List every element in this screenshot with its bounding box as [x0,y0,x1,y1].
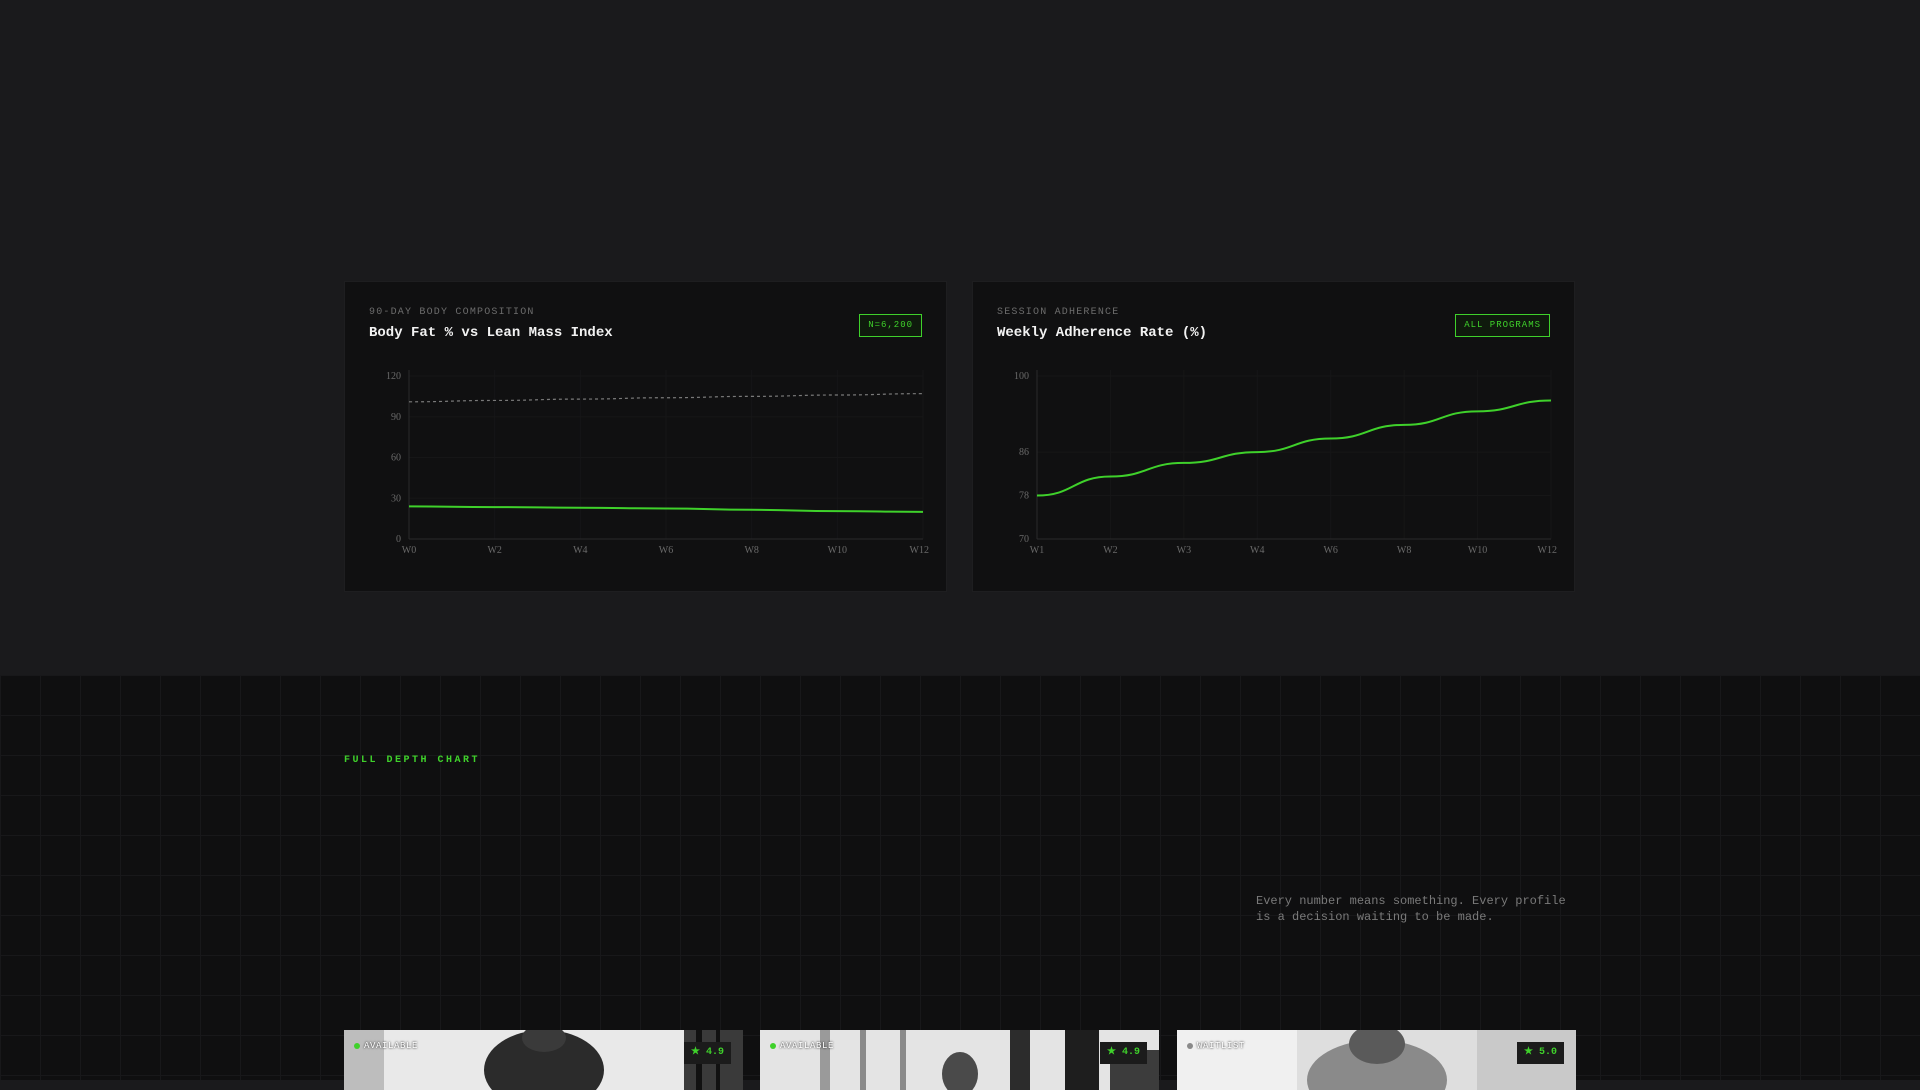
y-tick-label: 120 [386,371,401,382]
status-label: AVAILABLE [780,1041,835,1051]
y-tick-label: 60 [391,453,401,464]
x-tick-label: W2 [487,545,501,556]
x-tick-label: W0 [402,545,416,556]
y-tick-label: 70 [1019,534,1029,545]
availability-status: WAITLIST [1187,1041,1245,1051]
coach-card[interactable]: WAITLIST ★ 5.0 [1177,1030,1576,1090]
x-tick-label: W8 [1397,545,1411,556]
y-tick-label: 78 [1019,491,1029,502]
section-eyebrow: FULL DEPTH CHART [344,755,481,766]
rating-badge: ★ 4.9 [1100,1042,1147,1064]
status-dot-icon [770,1043,776,1049]
depth-chart-section: FULL DEPTH CHART Every number means some… [0,675,1920,1090]
status-dot-icon [354,1043,360,1049]
section-tagline: Every number means something. Every prof… [1256,894,1566,924]
rating-badge: ★ 4.9 [684,1042,731,1064]
status-label: WAITLIST [1197,1041,1246,1051]
x-tick-label: W4 [573,545,587,556]
x-tick-label: W2 [1103,545,1117,556]
coach-card[interactable]: AVAILABLE ★ 4.9 [344,1030,743,1090]
x-tick-label: W6 [659,545,673,556]
y-tick-label: 100 [1014,371,1029,382]
x-tick-label: W12 [910,545,929,556]
x-tick-label: W3 [1177,545,1191,556]
x-tick-label: W4 [1250,545,1264,556]
x-tick-label: W10 [828,545,847,556]
x-tick-label: W12 [1538,545,1557,556]
x-tick-label: W6 [1323,545,1337,556]
x-tick-label: W10 [1468,545,1487,556]
adherence-chart: 70 78 86 100 W1 W2 W3 W4 W6 W8 W10 W12 [1014,370,1557,556]
coach-card[interactable]: AVAILABLE ★ 4.9 [760,1030,1159,1090]
body-composition-chart: 0 30 60 90 120 W0 W2 W4 W6 W8 W10 W12 [386,370,929,556]
x-tick-label: W1 [1030,545,1044,556]
availability-status: AVAILABLE [354,1041,418,1051]
rating-badge: ★ 5.0 [1517,1042,1564,1064]
analytics-section: 90-DAY BODY COMPOSITION Body Fat % vs Le… [0,0,1920,675]
y-tick-label: 86 [1019,447,1029,458]
status-dot-icon [1187,1043,1193,1049]
y-tick-label: 90 [391,412,401,423]
adherence-panel: SESSION ADHERENCE Weekly Adherence Rate … [972,281,1575,592]
status-label: AVAILABLE [364,1041,419,1051]
y-tick-label: 30 [391,493,401,504]
y-tick-label: 0 [396,534,401,545]
series-line [1036,399,1552,497]
body-composition-panel: 90-DAY BODY COMPOSITION Body Fat % vs Le… [344,281,947,592]
x-tick-label: W8 [744,545,758,556]
availability-status: AVAILABLE [770,1041,834,1051]
